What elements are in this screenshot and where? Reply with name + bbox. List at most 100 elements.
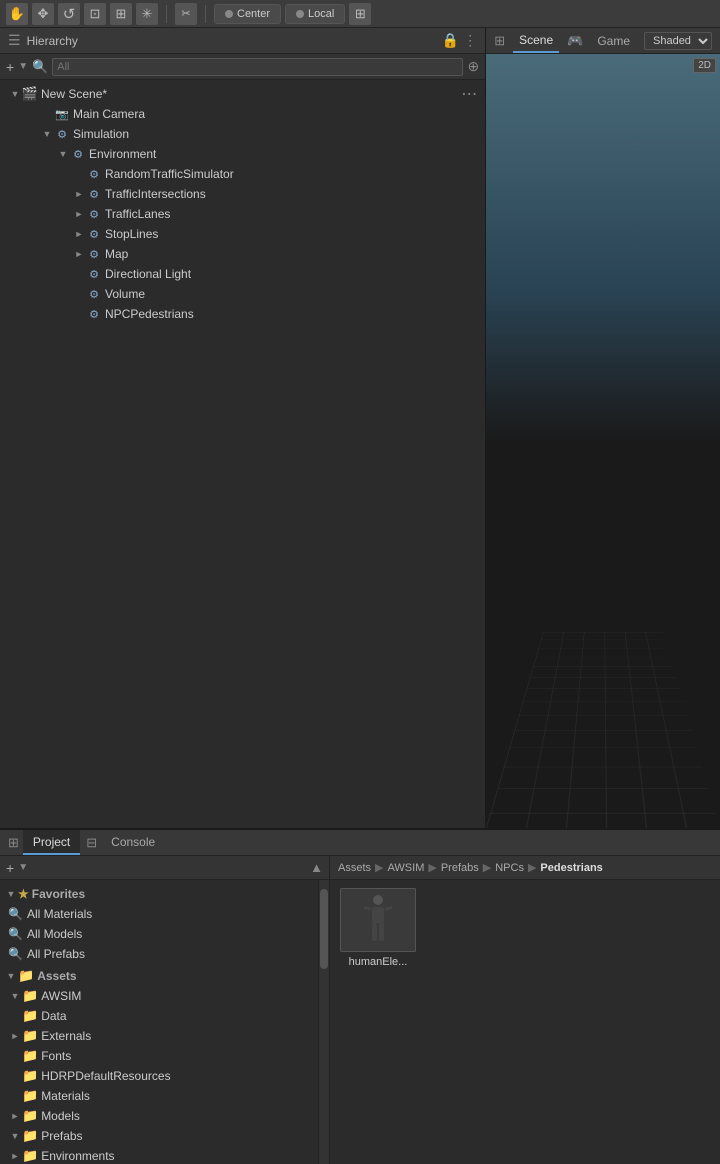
add-button[interactable]: + xyxy=(6,59,14,75)
rotate-tool-icon[interactable]: ↺ xyxy=(58,3,80,25)
asset-grid: humanEle... xyxy=(330,880,720,1164)
bc-sep-4: ▶ xyxy=(528,861,536,874)
browser-controls: ▲ xyxy=(310,860,323,875)
tree-item-ti[interactable]: ⚙ TrafficIntersections xyxy=(0,184,485,204)
folder-awsim[interactable]: 📁 AWSIM xyxy=(0,986,318,1006)
grid-icon[interactable]: ⊞ xyxy=(349,3,371,25)
scroll-thumb[interactable] xyxy=(320,889,328,969)
center-button[interactable]: Center xyxy=(214,4,281,24)
tab-console[interactable]: Console xyxy=(101,830,165,855)
tree-item-volume[interactable]: ⚙ Volume xyxy=(0,284,485,304)
custom-tool-icon[interactable]: ✂ xyxy=(175,3,197,25)
folder-prefabs[interactable]: 📁 Prefabs xyxy=(0,1126,318,1146)
folder-fonts[interactable]: 📁 Fonts xyxy=(0,1046,318,1066)
tab-project[interactable]: Project xyxy=(23,830,80,855)
item-label: Prefabs xyxy=(41,1129,82,1143)
scene-menu-dots[interactable]: ⋯ xyxy=(461,84,477,104)
asset-item-humanele[interactable]: humanEle... xyxy=(338,888,418,968)
folder-materials[interactable]: 📁 Materials xyxy=(0,1086,318,1106)
scroll-bar[interactable] xyxy=(319,880,329,1164)
add-arrow[interactable]: ▼ xyxy=(18,61,28,72)
breadcrumb-bar: Assets ▶ AWSIM ▶ Prefabs ▶ NPCs ▶ Pedest… xyxy=(330,856,720,880)
env-icon: ⚙ xyxy=(70,146,86,162)
bc-sep-2: ▶ xyxy=(428,861,436,874)
add-button-bottom[interactable]: + xyxy=(6,860,14,876)
item-label: AWSIM xyxy=(41,989,81,1003)
tab-game[interactable]: Game xyxy=(591,28,636,53)
search-input[interactable] xyxy=(52,58,463,76)
file-browser-inner: ★ Favorites 🔍 All Materials 🔍 All Models… xyxy=(0,880,329,1164)
console-icon: ⊟ xyxy=(86,835,97,851)
filter-icon[interactable]: ⊕ xyxy=(467,58,479,75)
scroll-up-icon[interactable]: ▲ xyxy=(310,860,323,875)
search-sm-icon: 🔍 xyxy=(8,927,23,941)
sl-expand xyxy=(72,227,86,241)
tab-scene[interactable]: Scene xyxy=(513,28,559,53)
search-sm-icon: 🔍 xyxy=(8,907,23,921)
breadcrumb-prefabs[interactable]: Prefabs xyxy=(441,862,479,874)
tl-icon: ⚙ xyxy=(86,206,102,222)
all-materials[interactable]: 🔍 All Materials xyxy=(0,904,318,924)
all-models[interactable]: 🔍 All Models xyxy=(0,924,318,944)
file-toolbar: + ▼ ▲ xyxy=(0,856,329,880)
search-right: ⊕ xyxy=(467,58,479,75)
tree-item-sl[interactable]: ⚙ StopLines xyxy=(0,224,485,244)
tree-item-map[interactable]: ⚙ Map xyxy=(0,244,485,264)
tree-item-simulation[interactable]: ⚙ Simulation xyxy=(0,124,485,144)
hierarchy-icon: ☰ xyxy=(8,32,21,49)
folder-models[interactable]: 📁 Models xyxy=(0,1106,318,1126)
tree-item-npc[interactable]: ⚙ NPCPedestrians xyxy=(0,304,485,324)
rect-tool-icon[interactable]: ⊞ xyxy=(110,3,132,25)
dl-icon: ⚙ xyxy=(86,266,102,282)
move-tool-icon[interactable]: ✥ xyxy=(32,3,54,25)
scene-root[interactable]: 🎬 New Scene* ⋯ xyxy=(0,84,485,104)
folder-hdrp[interactable]: 📁 HDRPDefaultResources xyxy=(0,1066,318,1086)
assets-expand xyxy=(4,969,18,983)
folder-externals[interactable]: 📁 Externals xyxy=(0,1026,318,1046)
tree-item-main-camera[interactable]: 📷 Main Camera xyxy=(0,104,485,124)
all-prefabs[interactable]: 🔍 All Prefabs xyxy=(0,944,318,964)
models-expand xyxy=(8,1109,22,1123)
breadcrumb-assets[interactable]: Assets xyxy=(338,862,371,874)
tl-expand xyxy=(72,207,86,221)
favorites-header[interactable]: ★ Favorites xyxy=(0,884,318,904)
transform-tool-icon[interactable]: ✳ xyxy=(136,3,158,25)
item-label: NPCPedestrians xyxy=(105,307,194,321)
scene-canvas[interactable]: 2D xyxy=(486,54,720,828)
tree-item-rts[interactable]: ⚙ RandomTrafficSimulator xyxy=(0,164,485,184)
human-figure-svg xyxy=(358,893,398,947)
tree-item-tl[interactable]: ⚙ TrafficLanes xyxy=(0,204,485,224)
hierarchy-title: Hierarchy xyxy=(27,34,78,48)
item-label: Models xyxy=(41,1109,80,1123)
tree-item-environment[interactable]: ⚙ Environment xyxy=(0,144,485,164)
folder-data[interactable]: 📁 Data xyxy=(0,1006,318,1026)
folder-environments[interactable]: 📁 Environments xyxy=(0,1146,318,1164)
asset-view: Assets ▶ AWSIM ▶ Prefabs ▶ NPCs ▶ Pedest… xyxy=(330,856,720,1164)
assets-header[interactable]: 📁 Assets xyxy=(0,966,318,986)
breadcrumb-awsim[interactable]: AWSIM xyxy=(387,862,424,874)
breadcrumb-npcs[interactable]: NPCs xyxy=(495,862,524,874)
camera-icon: 📷 xyxy=(54,106,70,122)
tree-item-directional-light[interactable]: ⚙ Directional Light xyxy=(0,264,485,284)
lock-icon[interactable]: 🔒 xyxy=(442,32,459,49)
favorites-label: Favorites xyxy=(32,887,85,901)
local-button[interactable]: Local xyxy=(285,4,345,24)
hand-tool-icon[interactable]: ✋ xyxy=(6,3,28,25)
scene-name: New Scene* xyxy=(41,87,107,101)
prefabs-expand xyxy=(8,1129,22,1143)
search-icon: 🔍 xyxy=(32,59,48,75)
shaded-dropdown[interactable]: Shaded xyxy=(644,32,712,50)
game-icon-tab: 🎮 xyxy=(567,33,583,49)
breadcrumb-pedestrians[interactable]: Pedestrians xyxy=(540,862,602,874)
item-label: Main Camera xyxy=(73,107,145,121)
item-label: RandomTrafficSimulator xyxy=(105,167,234,181)
scene-tabs: ⊞ Scene 🎮 Game Shaded xyxy=(486,28,720,54)
map-expand xyxy=(72,247,86,261)
more-icon[interactable]: ⋮ xyxy=(463,32,477,49)
scale-tool-icon[interactable]: ⊡ xyxy=(84,3,106,25)
npc-icon: ⚙ xyxy=(86,306,102,322)
hierarchy-tree: 🎬 New Scene* ⋯ 📷 Main Camera ⚙ Simulatio… xyxy=(0,80,485,828)
add-arrow-bottom[interactable]: ▼ xyxy=(18,862,28,873)
item-label: HDRPDefaultResources xyxy=(41,1069,170,1083)
item-label: Map xyxy=(105,247,128,261)
